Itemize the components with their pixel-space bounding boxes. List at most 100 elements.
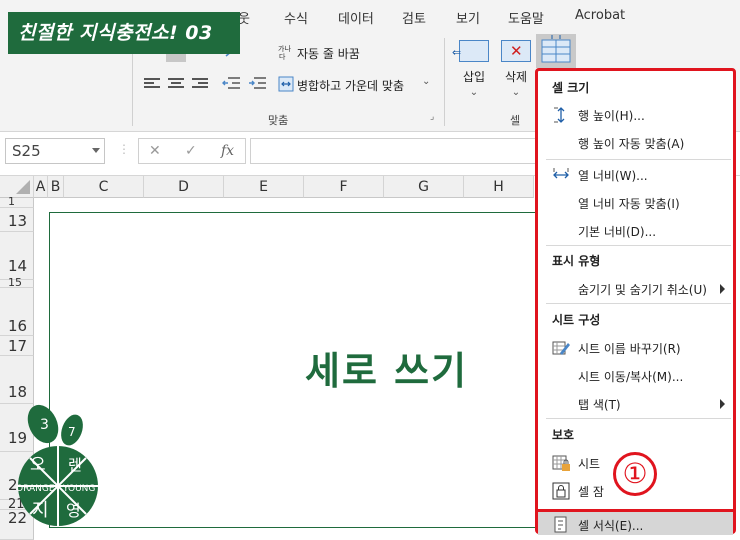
delete-button[interactable]: ✕ 삭제 ⌄ [492, 38, 540, 108]
row-header[interactable]: 1 [0, 196, 34, 208]
dialog-launcher-icon[interactable]: ⌟ [430, 112, 434, 122]
column-header[interactable]: E [224, 176, 304, 198]
menu-item-hide-unhide[interactable]: 숨기기 및 숨기기 취소(U) [538, 277, 733, 301]
formula-buttons: ✕ ✓ fx [138, 138, 246, 164]
logo-text: 7 [68, 425, 76, 439]
logo-text: YOUNG [62, 484, 95, 494]
tab-review[interactable]: 검토 [402, 8, 426, 27]
tab-acrobat[interactable]: Acrobat [575, 8, 625, 23]
tab-view[interactable]: 보기 [456, 8, 480, 27]
menu-item-label: 탭 색(T) [578, 398, 621, 412]
menu-item-label: 시트 이름 바꾸기(R) [578, 342, 681, 356]
column-header[interactable]: A [34, 176, 48, 198]
column-header[interactable]: D [144, 176, 224, 198]
menu-divider [546, 303, 731, 304]
section-header: 표시 유형 [552, 254, 601, 268]
menu-item-label: 시트 [578, 457, 601, 471]
tab-help[interactable]: 도움말 [508, 8, 544, 27]
format-cells-icon [541, 35, 571, 63]
wrap-text-button[interactable]: 자동 줄 바꿈 [297, 45, 360, 62]
menu-divider [546, 245, 731, 246]
insert-label: 삽입 [462, 70, 486, 84]
row-header[interactable]: 16 [0, 288, 34, 336]
menu-item-move-copy[interactable]: 시트 이동/복사(M)... [538, 364, 733, 388]
menu-item-row-height[interactable]: 행 높이(H)... [538, 103, 733, 127]
lock-icon [552, 482, 570, 500]
section-header: 보호 [552, 428, 575, 442]
menu-item-label: 셀 서식(E)... [578, 519, 644, 533]
menu-item-default-width[interactable]: 기본 너비(D)... [538, 219, 733, 243]
row-header[interactable]: 18 [0, 356, 34, 404]
tab-formulas[interactable]: 수식 [284, 8, 308, 27]
submenu-arrow-icon [720, 399, 725, 409]
menu-item-rename-sheet[interactable]: 시트 이름 바꾸기(R) [538, 336, 733, 360]
chevron-down-icon[interactable] [92, 148, 100, 153]
section-header: 셀 크기 [552, 81, 590, 95]
menu-item-label: 행 높이 자동 맞춤(A) [578, 137, 685, 151]
format-cells-icon [554, 516, 567, 533]
fx-icon[interactable]: fx [221, 143, 234, 159]
menu-item-format-cells[interactable]: 셀 서식(E)... [538, 509, 733, 535]
column-header[interactable]: H [464, 176, 534, 198]
insert-cells-icon: ⇐ [452, 40, 489, 62]
menu-item-autofit-row[interactable]: 행 높이 자동 맞춤(A) [538, 131, 733, 155]
column-header[interactable]: F [304, 176, 384, 198]
grip-icon: ⋮ [118, 142, 130, 156]
logo-text: 영 [66, 501, 81, 520]
cell-text[interactable]: 세로 쓰기 [305, 340, 468, 395]
menu-divider [546, 159, 731, 160]
step-number-badge: ① [613, 452, 657, 496]
protect-sheet-icon [552, 455, 570, 471]
wrap-text-icon[interactable]: 가나다 [278, 44, 294, 60]
format-button[interactable] [536, 34, 576, 68]
name-box[interactable]: S25 [5, 138, 105, 164]
row-header[interactable]: 14 [0, 232, 34, 280]
section-header: 시트 구성 [552, 313, 601, 327]
enter-icon[interactable]: ✓ [185, 143, 197, 159]
column-header[interactable]: G [384, 176, 464, 198]
align-center-icon[interactable] [168, 78, 184, 90]
cells-group-label: 셀 [510, 114, 521, 127]
svg-text:가나: 가나 [278, 44, 291, 53]
column-header[interactable]: B [48, 176, 64, 198]
logo-text: 3 [40, 417, 49, 433]
insert-button[interactable]: ⇐ 삽입 ⌄ [450, 38, 498, 108]
logo-text: 오 [30, 455, 46, 475]
menu-item-tab-color[interactable]: 탭 색(T) [538, 392, 733, 416]
merge-center-icon[interactable] [278, 76, 294, 92]
menu-item-label: 셀 잠 [578, 485, 604, 499]
delete-dropdown-icon: ⌄ [511, 87, 521, 98]
column-width-icon [553, 168, 569, 179]
decrease-indent-icon[interactable] [222, 76, 240, 90]
menu-item-label: 행 높이(H)... [578, 109, 645, 123]
menu-item-label: 열 너비 자동 맞춤(I) [578, 197, 680, 211]
row-header[interactable]: 17 [0, 336, 34, 356]
submenu-arrow-icon [720, 284, 725, 294]
menu-divider [546, 418, 731, 419]
select-all-corner[interactable] [0, 176, 34, 198]
formula-input[interactable] [250, 138, 540, 164]
name-box-value: S25 [12, 142, 41, 160]
row-header[interactable]: 13 [0, 208, 34, 232]
orange-young-logo: 3 7 오 렌 ORANGE YOUNG 지 영 [16, 404, 98, 526]
logo-text: 렌 [68, 456, 82, 474]
align-right-icon[interactable] [192, 78, 208, 90]
merge-dropdown-icon[interactable]: ⌄ [422, 76, 430, 87]
column-header[interactable]: C [64, 176, 144, 198]
rename-sheet-icon [552, 341, 570, 355]
insert-dropdown-icon: ⌄ [469, 87, 479, 98]
menu-item-label: 열 너비(W)... [578, 169, 648, 183]
cancel-icon[interactable]: ✕ [149, 143, 161, 159]
merge-center-button[interactable]: 병합하고 가운데 맞춤 [297, 77, 404, 94]
menu-item-column-width[interactable]: 열 너비(W)... [538, 163, 733, 187]
increase-indent-icon[interactable] [248, 76, 266, 90]
row-header[interactable]: 15 [0, 277, 34, 288]
align-left-icon[interactable] [144, 78, 160, 90]
menu-item-label: 숨기기 및 숨기기 취소(U) [578, 283, 707, 297]
tab-data[interactable]: 데이터 [338, 8, 374, 27]
delete-label: 삭제 [504, 70, 528, 84]
menu-item-label: 시트 이동/복사(M)... [578, 370, 684, 384]
group-divider [444, 38, 445, 126]
logo-text: 지 [32, 500, 49, 521]
menu-item-autofit-column[interactable]: 열 너비 자동 맞춤(I) [538, 191, 733, 215]
